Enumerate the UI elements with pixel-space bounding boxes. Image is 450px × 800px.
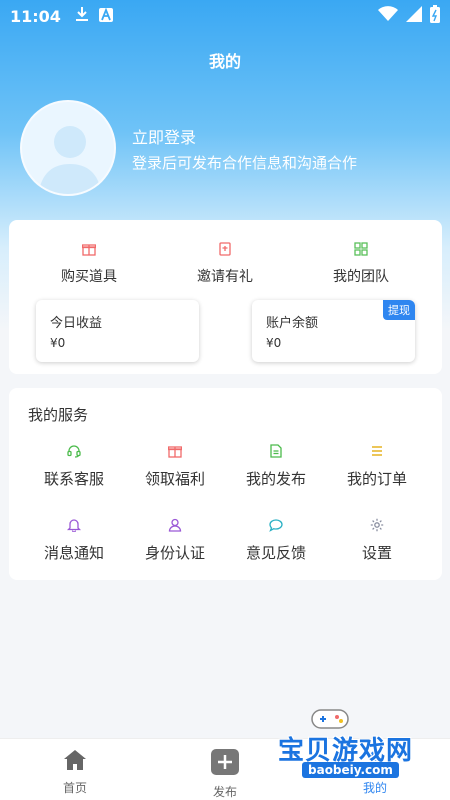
my-posts-button[interactable]: 我的发布 [226, 444, 326, 489]
gear-icon [370, 518, 384, 532]
battery-icon [430, 5, 440, 27]
list-icon [372, 446, 382, 456]
watermark-url: baobeiy.com [302, 762, 399, 778]
gift-icon [168, 446, 182, 458]
identity-verify-label: 身份认证 [144, 544, 205, 562]
my-team-button[interactable]: 我的团队 [301, 242, 421, 286]
today-earnings-card[interactable]: 今日收益 ¥0 [36, 300, 199, 362]
login-link[interactable]: 立即登录 [132, 124, 196, 148]
download-icon [75, 6, 89, 26]
contact-service-label: 联系客服 [43, 470, 104, 488]
today-earnings-value: ¥0 [50, 336, 66, 350]
invite-icon [219, 242, 231, 256]
page-title: 我的 [208, 52, 241, 71]
my-team-label: 我的团队 [333, 269, 389, 285]
grid-icon [354, 242, 368, 256]
quick-actions-card: 购买道具 邀请有礼 我的团队 今日收益 ¥0 账户余额 ¥0 提现 [9, 220, 442, 374]
watermark: 宝贝游戏网 baobeiy.com [276, 700, 446, 796]
gamepad-icon [311, 709, 349, 729]
app-a-icon [98, 7, 113, 26]
tab-home-label: 首页 [62, 781, 87, 795]
settings-label: 设置 [361, 544, 392, 562]
feedback-button[interactable]: 意见反馈 [226, 518, 326, 563]
contact-service-button[interactable]: 联系客服 [24, 444, 124, 489]
claim-benefits-label: 领取福利 [144, 470, 205, 488]
gift-icon [82, 244, 96, 256]
buy-props-label: 购买道具 [61, 269, 117, 285]
status-bar: 11:04 [0, 0, 450, 32]
tab-publish-label: 发布 [212, 785, 237, 799]
bell-icon [67, 519, 81, 532]
headset-icon [67, 445, 81, 458]
home-icon [64, 750, 86, 770]
wifi-icon [378, 6, 398, 26]
account-balance-label: 账户余额 [266, 316, 319, 331]
signal-icon [406, 6, 422, 26]
avatar[interactable] [20, 100, 116, 196]
invite-label: 邀请有礼 [197, 269, 253, 285]
tab-publish[interactable]: 发布 [185, 749, 265, 800]
tab-home[interactable]: 首页 [35, 749, 115, 796]
identity-verify-button[interactable]: 身份认证 [125, 518, 225, 563]
account-balance-card[interactable]: 账户余额 ¥0 提现 [252, 300, 415, 362]
notifications-label: 消息通知 [43, 544, 104, 562]
chat-icon [269, 519, 283, 532]
withdraw-button[interactable]: 提现 [383, 300, 415, 320]
plus-icon [211, 749, 239, 775]
invite-button[interactable]: 邀请有礼 [165, 242, 285, 286]
default-avatar-icon [38, 126, 102, 194]
feedback-label: 意见反馈 [245, 544, 306, 562]
buy-props-button[interactable]: 购买道具 [29, 242, 149, 286]
services-card: 我的服务 联系客服 领取福利 我的发布 我的订单 消息通知 身份认证 意见反馈 … [9, 388, 442, 580]
today-earnings-label: 今日收益 [50, 316, 103, 331]
my-orders-label: 我的订单 [346, 470, 407, 488]
document-icon [270, 444, 282, 458]
claim-benefits-button[interactable]: 领取福利 [125, 444, 225, 489]
settings-button[interactable]: 设置 [327, 518, 427, 563]
my-posts-label: 我的发布 [245, 470, 306, 488]
account-balance-value: ¥0 [266, 336, 282, 350]
user-icon [168, 518, 182, 532]
notifications-button[interactable]: 消息通知 [24, 518, 124, 563]
status-time: 11:04 [10, 6, 61, 26]
my-orders-button[interactable]: 我的订单 [327, 444, 427, 489]
services-title: 我的服务 [28, 406, 89, 424]
login-hint: 登录后可发布合作信息和沟通合作 [132, 154, 358, 172]
